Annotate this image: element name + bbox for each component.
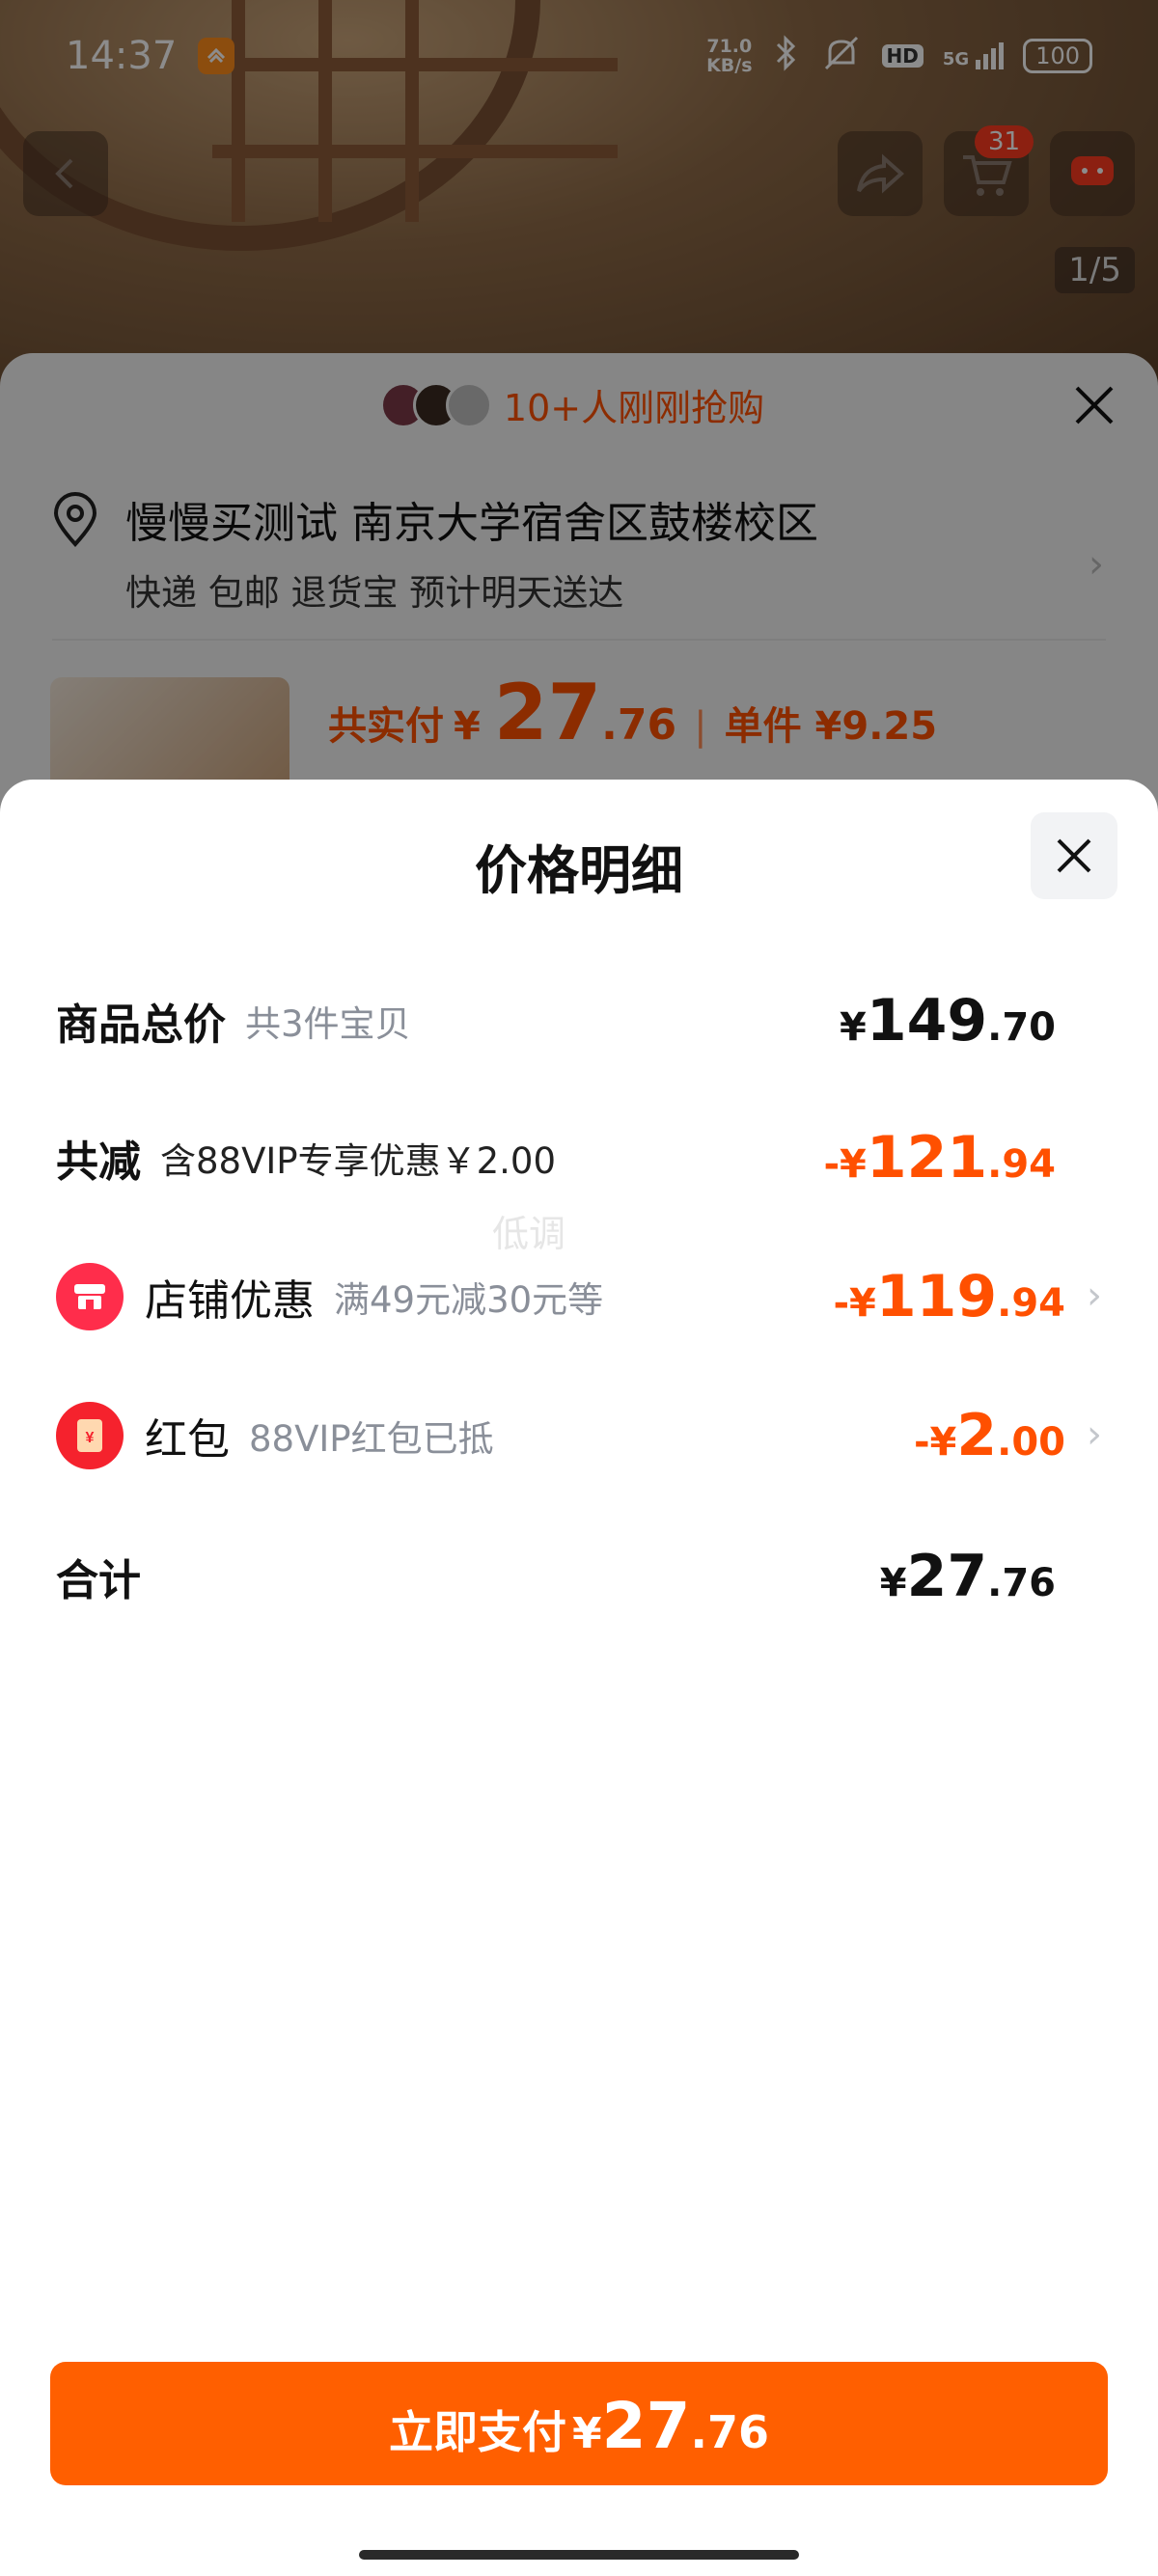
row-label: 合计 [56,1556,141,1605]
shop-icon [56,1263,124,1330]
home-indicator[interactable] [359,2550,799,2560]
row-grand-total: 合计 ¥27.76 [56,1538,1102,1615]
row-sub: 含88VIP专享优惠￥2.00 [160,1140,556,1182]
sheet-title: 价格明细 [475,840,683,901]
pay-now-button[interactable]: 立即支付 ¥ 27 .76 [50,2362,1108,2485]
row-sub: 共3件宝贝 [245,1003,411,1045]
chevron-right-icon: › [1087,1274,1102,1318]
row-total-discount: 共减 含88VIP专享优惠￥2.00 -¥ 121.94 [56,1119,1102,1196]
price-detail-sheet: 价格明细 商品总价 共3件宝贝 ¥149.70 共减 含88VIP专享优惠￥2.… [0,780,1158,2576]
red-packet-icon: ¥ [56,1402,124,1469]
close-icon [1057,838,1091,873]
row-amount: -¥ 2.00 [913,1402,1065,1469]
row-amount: -¥ 119.94 [833,1263,1065,1330]
row-label: 店铺优惠 [145,1276,315,1326]
row-red-packet[interactable]: ¥ 红包 88VIP红包已抵 -¥ 2.00 › [56,1397,1102,1474]
row-sub: 88VIP红包已抵 [249,1418,494,1460]
pay-label: 立即支付 [389,2406,566,2458]
row-label: 共减 [56,1137,141,1187]
svg-text:¥: ¥ [86,1430,95,1446]
row-amount: ¥149.70 [840,987,1056,1055]
row-label: 红包 [145,1415,230,1465]
row-amount: ¥27.76 [879,1543,1056,1610]
row-goods-total: 商品总价 共3件宝贝 ¥149.70 [56,982,1102,1059]
watermark: 低调 [492,1213,566,1255]
row-amount: -¥ 121.94 [823,1124,1056,1192]
row-shop-discount[interactable]: 店铺优惠 满49元减30元等 -¥ 119.94 › [56,1258,1102,1335]
chevron-right-icon: › [1087,1412,1102,1457]
row-sub: 满49元减30元等 [334,1279,604,1321]
row-label: 商品总价 [56,1000,226,1050]
close-button[interactable] [1031,812,1117,899]
